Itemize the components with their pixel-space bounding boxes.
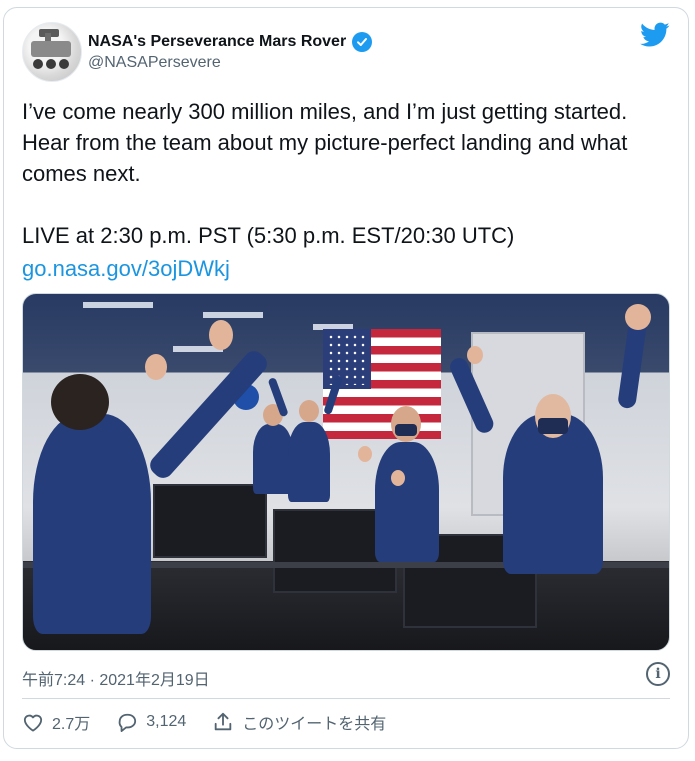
- share-icon: [215, 712, 232, 731]
- like-count: 2.7万: [52, 716, 91, 733]
- heart-icon: [23, 714, 43, 732]
- action-bar: 2.7万 3,124 このツイートを共有: [22, 710, 412, 734]
- author-name[interactable]: NASA's Perseverance Mars Rover: [88, 33, 346, 51]
- avatar[interactable]: [22, 22, 82, 82]
- reply-button[interactable]: 3,124: [116, 712, 186, 732]
- author-name-row[interactable]: NASA's Perseverance Mars Rover: [88, 32, 373, 52]
- tweet-card[interactable]: NASA's Perseverance Mars Rover @NASAPers…: [3, 7, 689, 749]
- tweet-text: I’ve come nearly 300 million miles, and …: [22, 99, 628, 248]
- divider: [22, 698, 670, 699]
- twitter-bird-icon[interactable]: [640, 22, 670, 48]
- info-icon[interactable]: i: [646, 662, 670, 686]
- share-button[interactable]: このツイートを共有: [212, 710, 386, 734]
- reply-icon: [118, 713, 137, 732]
- verified-badge-icon: [352, 32, 373, 52]
- tweet-photo[interactable]: [22, 293, 670, 651]
- like-button[interactable]: 2.7万: [22, 710, 90, 734]
- share-label: このツイートを共有: [242, 716, 387, 733]
- tweet-timestamp[interactable]: 午前7:24 · 2021年2月19日: [22, 666, 210, 690]
- author-handle[interactable]: @NASAPersevere: [88, 54, 221, 72]
- tweet-link[interactable]: go.nasa.gov/3ojDWkj: [22, 256, 230, 282]
- reply-count: 3,124: [146, 713, 187, 730]
